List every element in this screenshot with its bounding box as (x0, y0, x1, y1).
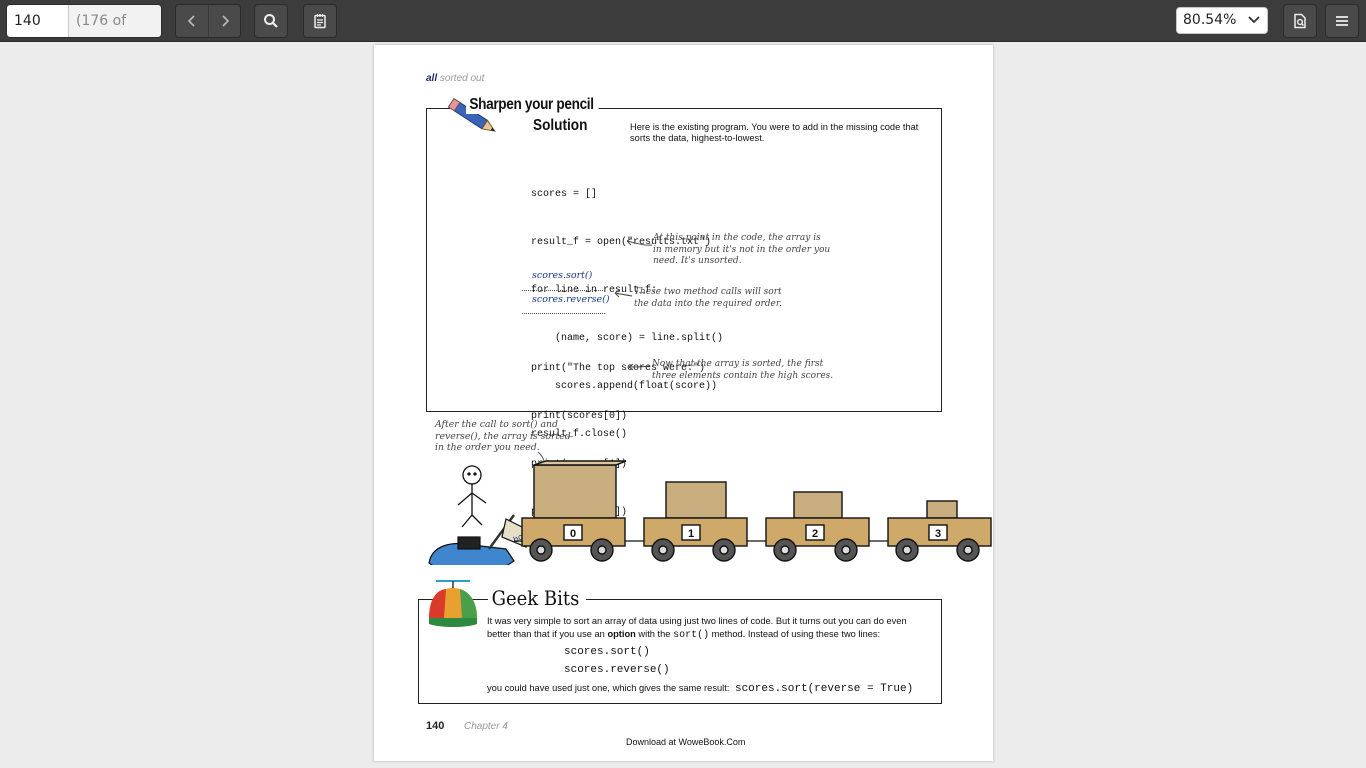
note-line: Now that the array is sorted, the first (652, 359, 824, 369)
page-navigator: (176 of 442) (6, 4, 162, 38)
zoom-value: 80.54% (1183, 12, 1237, 28)
geek-inline-code: sort() (673, 630, 710, 641)
sharpen-intro: Here is the existing program. You were t… (630, 122, 919, 143)
answer-reverse: scores.reverse() (532, 294, 610, 305)
chapter-label: Chapter 4 (464, 721, 508, 732)
answer-line (522, 290, 605, 291)
note-method-calls: These two method calls will sort the dat… (634, 287, 782, 310)
next-page-button[interactable] (208, 5, 240, 37)
cart-index-3: 3 (935, 528, 941, 540)
note-line: need. It's unsorted. (653, 256, 742, 266)
note-line: in memory but it's not in the order you (653, 244, 831, 255)
geek-paragraph-1: It was very simple to sort an array of d… (487, 615, 907, 642)
geek-text-fragment: method. Instead of using these two lines… (709, 629, 881, 639)
sorted-carts-illustration: bor 0 1 2 3 (428, 451, 992, 565)
geek-code-reverse-true: scores.sort(reverse = True) (734, 683, 914, 695)
annotations-button[interactable] (303, 4, 337, 38)
sharpen-subtitle: Solution (533, 117, 588, 134)
answer-sort: scores.sort() (532, 270, 593, 281)
propeller-cap-icon (429, 580, 477, 627)
document-page: all sorted out Sharpen your pencil Solut… (374, 45, 993, 761)
geek-paragraph-2: you could have used just one, which give… (487, 682, 913, 696)
page-nav-buttons (175, 4, 241, 38)
toolbar: (176 of 442) 80.54% (0, 0, 1366, 42)
search-icon (264, 14, 278, 28)
download-notice: Download at WoweBook.Com (626, 737, 746, 747)
sharpen-title: Sharpen your pencil (466, 96, 599, 114)
geek-text-fragment: you could have used just one, which give… (487, 683, 730, 693)
geek-line: better than that if you use an option wi… (487, 628, 907, 642)
geek-line: It was very simple to sort an array of d… (487, 616, 907, 626)
note-line: the data into the required order. (634, 298, 783, 309)
zoom-select[interactable]: 80.54% (1176, 7, 1268, 34)
cart-2 (765, 491, 870, 562)
stick-figure (457, 465, 487, 528)
geek-bits-title: Geek Bits (488, 586, 586, 610)
note-line: These two method calls will sort (634, 287, 782, 297)
note-array-in-memory: At this point in the code, the array is … (653, 233, 830, 268)
note-high-scores: Now that the array is sorted, the first … (652, 359, 833, 382)
cart-0 (521, 460, 627, 562)
annotations-icon (314, 14, 326, 29)
main-menu-button[interactable] (1325, 4, 1359, 38)
page-number-input[interactable] (7, 5, 68, 37)
arrow-left-icon (628, 363, 651, 371)
page-number: 140 (426, 720, 445, 732)
chevron-down-icon (1248, 16, 1260, 24)
search-button[interactable] (254, 4, 288, 38)
sidebar-document-icon (1294, 13, 1306, 29)
answer-line (522, 313, 605, 314)
chevron-left-icon (187, 15, 195, 27)
running-head: all sorted out (426, 73, 484, 84)
cart-1 (643, 481, 748, 562)
arrow-left-icon (626, 237, 653, 246)
cart-index-1: 1 (688, 528, 694, 540)
geek-option-word: option (607, 629, 636, 639)
previous-page-button[interactable] (176, 5, 208, 37)
running-head-bold: all (426, 73, 438, 84)
note-line: At this point in the code, the array is (653, 233, 821, 243)
cart-index-2: 2 (812, 528, 818, 540)
running-head-text: sorted out (439, 73, 485, 84)
geek-code-sort: scores.sort() (564, 646, 650, 658)
code-line: scores = [] (531, 189, 598, 200)
geek-text-fragment: with the (635, 629, 674, 639)
page-count-label: (176 of 442) (68, 5, 161, 37)
geek-code-reverse: scores.reverse() (564, 664, 670, 676)
note-line: three elements contain the high scores. (652, 370, 834, 381)
chevron-right-icon (221, 15, 229, 27)
arrow-left-icon (614, 289, 633, 298)
sidebar-toggle-button[interactable] (1283, 4, 1317, 38)
cart-index-0: 0 (570, 528, 576, 540)
geek-text-fragment: better than that if you use an (487, 629, 608, 639)
hamburger-menu-icon (1336, 16, 1348, 26)
caption-line: After the call to sort() and (435, 419, 558, 430)
caption-line: reverse(), the array is sorted (435, 430, 571, 442)
